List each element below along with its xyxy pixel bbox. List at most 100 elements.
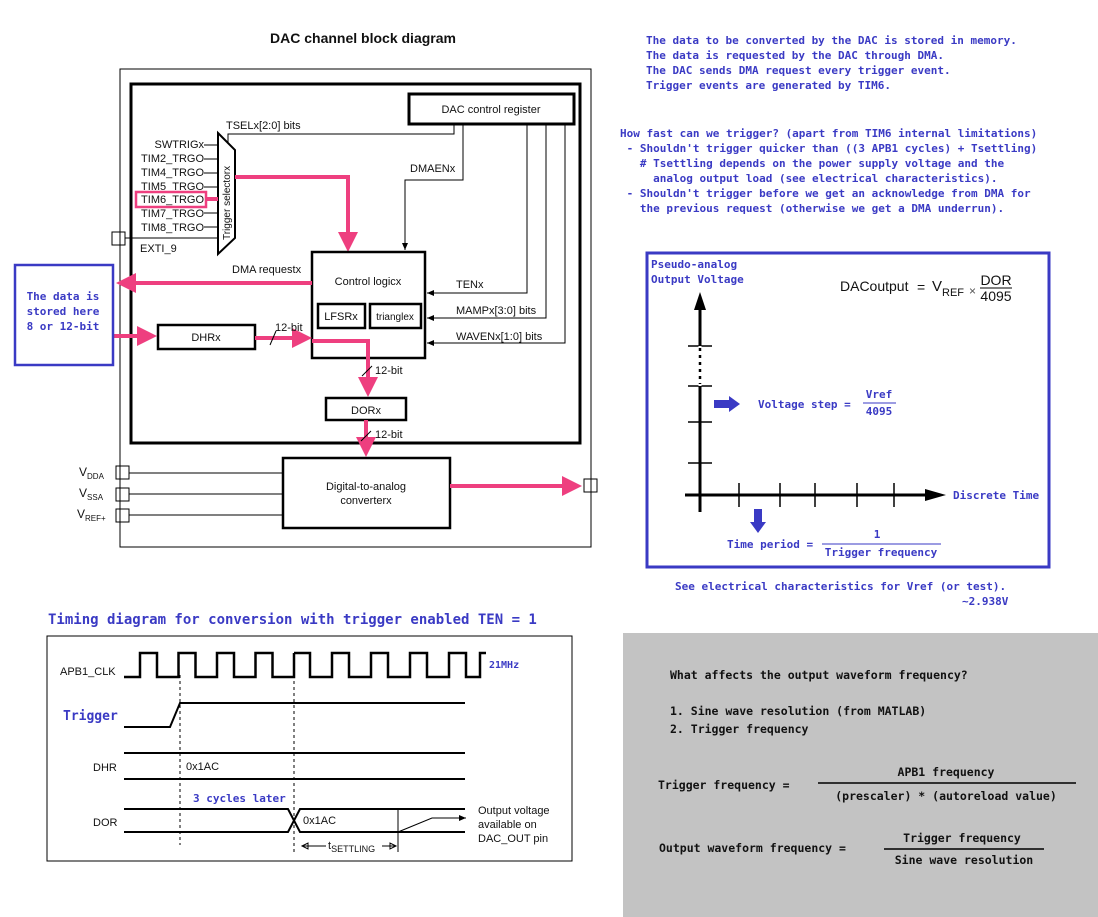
y-label-1: Pseudo-analog [651, 258, 737, 271]
note-top-1: The data to be converted by the DAC is s… [646, 34, 1017, 47]
note-top-4: Trigger events are generated by TIM6. [646, 79, 891, 92]
trigger-selector-label: Trigger selectorx [222, 166, 233, 240]
dmaen-label: DMAENx [410, 163, 456, 175]
vref-value: ~2.938V [962, 595, 1009, 608]
time-period-num: 1 [874, 528, 881, 541]
bit12-label-1: 12-bit [275, 322, 303, 334]
f2-num: Trigger frequency [903, 831, 1021, 845]
formula-num: DOR [980, 272, 1011, 288]
voltage-step-num: Vref [866, 388, 893, 401]
input-swtrig: SWTRIGx [155, 139, 205, 151]
f1-num: APB1 frequency [898, 765, 995, 779]
mamp-label: MAMPx[3:0] bits [456, 305, 537, 317]
f1-den: (prescaler) * (autoreload value) [835, 789, 1057, 803]
note-line-2: stored here [27, 305, 100, 318]
formula-vsub: REF [942, 287, 964, 299]
f1-lhs: Trigger frequency = [658, 778, 790, 792]
dhr-value: 0x1AC [186, 761, 219, 773]
note-top-2: The data is requested by the DAC through… [646, 49, 944, 62]
note-trig-5: - Shouldn't trigger before we get an ack… [620, 187, 1031, 200]
input-tim8: TIM8_TRGO [141, 222, 204, 234]
vdda-label: V [79, 465, 87, 479]
supply-pins: VDDA VSSA VREF+ [77, 465, 283, 523]
dma-request-label: DMA requestx [232, 264, 302, 276]
dor-value: 0x1AC [303, 815, 336, 827]
f2-lhs: Output waveform frequency = [659, 841, 846, 855]
output-note-3: DAC_OUT pin [478, 833, 548, 845]
dmaen-line [402, 124, 464, 250]
vref-label: V [77, 507, 85, 521]
triangle-label: trianglex [376, 312, 414, 323]
formula-times: × [969, 284, 976, 298]
control-register-label: DAC control register [441, 104, 540, 116]
clock-frequency: 21MHz [489, 660, 519, 671]
frequency-item-1: 1. Sine wave resolution (from MATLAB) [670, 704, 926, 718]
note-trig-2: - Shouldn't trigger quicker than ((3 APB… [620, 142, 1037, 155]
tsel-label: TSELx[2:0] bits [226, 120, 301, 132]
x-label: Discrete Time [953, 489, 1039, 502]
canvas: DAC channel block diagram DAC control re… [13, 30, 1098, 917]
control-logic-label: Control logicx [335, 276, 402, 288]
svg-text:VSSA: VSSA [79, 486, 104, 502]
frequency-box: What affects the output waveform frequen… [623, 633, 1098, 917]
ten-line [427, 124, 528, 296]
dor-signal-label: DOR [93, 817, 118, 829]
dac-channel-frame [129, 82, 582, 445]
output-note-1: Output voltage [478, 805, 550, 817]
mamp-line [427, 124, 547, 321]
input-tim6: TIM6_TRGO [141, 194, 204, 206]
svg-text:VREF+: VREF+ [77, 507, 106, 523]
timing-diagram: Timing diagram for conversion with trigg… [46, 612, 573, 862]
timing-title: Timing diagram for conversion with trigg… [48, 612, 537, 628]
trigger-path [235, 175, 358, 252]
settling-sub: SETTLING [331, 844, 375, 854]
control-to-dor [312, 339, 378, 397]
vref-sub: REF+ [85, 514, 106, 523]
trigger-label: Trigger [63, 709, 118, 724]
frequency-question: What affects the output waveform frequen… [670, 668, 968, 682]
input-tim4: TIM4_TRGO [141, 167, 204, 179]
notes-trigger: How fast can we trigger? (apart from TIM… [620, 127, 1037, 215]
lfsr-label: LFSRx [324, 311, 358, 323]
formula-v: V [932, 278, 942, 295]
notes-top: The data to be converted by the DAC is s… [646, 34, 1017, 92]
formula-den: 4095 [980, 288, 1011, 304]
y-label-2: Output Voltage [651, 273, 744, 286]
time-period-den: Trigger frequency [825, 546, 938, 559]
dac-label-2: converterx [340, 495, 392, 507]
formula-eq: = [917, 279, 925, 295]
exti-pin [111, 231, 126, 246]
vdda-sub: DDA [87, 472, 105, 481]
dhr-label: DHRx [191, 332, 221, 344]
note-line-3: 8 or 12-bit [27, 320, 100, 333]
note-trig-3: # Tsettling depends on the power supply … [620, 157, 1004, 170]
formula-lhs: DACoutput [840, 278, 909, 294]
f2-den: Sine wave resolution [895, 853, 1034, 867]
note-top-3: The DAC sends DMA request every trigger … [646, 64, 951, 77]
note-trig-6: the previous request (otherwise we get a… [620, 202, 1004, 215]
note-trig-4: analog output load (see electrical chara… [620, 172, 998, 185]
block-diagram-title: DAC channel block diagram [270, 30, 456, 46]
exti-label: EXTI_9 [140, 243, 177, 255]
trigger-inputs: SWTRIGx TIM2_TRGO TIM4_TRGO TIM5_TRGO TI… [111, 139, 218, 255]
dhr-signal-label: DHR [93, 762, 117, 774]
graph-footnote: See electrical characteristics for Vref … [675, 580, 1006, 593]
time-period-label: Time period = [727, 538, 813, 551]
note-trig-1: How fast can we trigger? (apart from TIM… [620, 127, 1037, 140]
frequency-item-2: 2. Trigger frequency [670, 722, 809, 736]
bit12-label-3: 12-bit [375, 429, 403, 441]
clk-label: APB1_CLK [60, 666, 116, 678]
bit12-label-2: 12-bit [375, 365, 403, 377]
voltage-step-label: Voltage step = [758, 398, 851, 411]
dac-label-1: Digital-to-analog [326, 481, 406, 493]
vssa-sub: SSA [87, 493, 104, 502]
input-tim2: TIM2_TRGO [141, 153, 204, 165]
cycles-later-label: 3 cycles later [193, 792, 286, 805]
output-graph: Pseudo-analog Output Voltage DACoutput =… [645, 251, 1051, 608]
input-tim7: TIM7_TRGO [141, 208, 204, 220]
voltage-step-den: 4095 [866, 405, 893, 418]
block-diagram: DAC channel block diagram DAC control re… [13, 30, 598, 548]
output-note-2: available on [478, 819, 537, 831]
dor-label: DORx [351, 405, 381, 417]
waven-label: WAVENx[1:0] bits [456, 331, 543, 343]
